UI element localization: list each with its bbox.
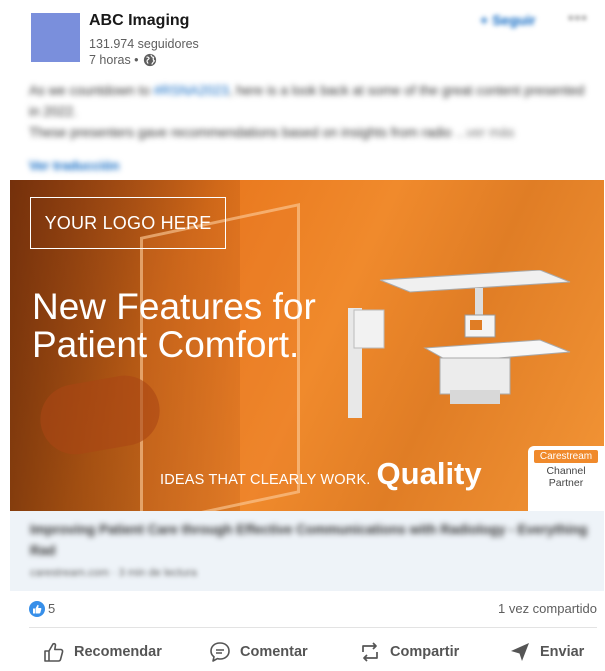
like-reaction-icon[interactable]: [29, 601, 45, 617]
comment-button[interactable]: Comentar: [208, 640, 308, 664]
recommend-label: Recomendar: [74, 644, 162, 660]
headline-line2: Patient Comfort.: [32, 324, 300, 365]
engagement-stats: 5 1 vez compartido: [0, 595, 605, 621]
post-time: 7 horas •: [89, 53, 157, 67]
company-avatar[interactable]: [31, 13, 80, 62]
xray-equipment-graphic: [348, 270, 571, 418]
post-text-line2: These presenters gave recommendations ba…: [29, 125, 452, 140]
globe-icon: [143, 53, 156, 67]
partner-brand: Carestream: [534, 450, 598, 463]
see-more-link[interactable]: ...ver más: [455, 125, 514, 140]
repost-icon: [362, 642, 378, 662]
post-image[interactable]: YOUR LOGO HERE New Features for Patient …: [10, 180, 604, 511]
link-title: Improving Patient Care through Effective…: [30, 522, 588, 558]
send-label: Enviar: [540, 644, 585, 660]
company-name[interactable]: ABC Imaging: [89, 12, 189, 30]
comment-icon: [210, 642, 230, 662]
partner-line2: Partner: [548, 477, 584, 489]
send-button[interactable]: Enviar: [508, 640, 584, 664]
comment-label: Comentar: [240, 644, 308, 660]
headline-line1: New Features for: [32, 286, 316, 327]
see-translation-link[interactable]: Ver traducción: [29, 158, 119, 173]
channel-partner-badge: Carestream Channel Partner: [528, 446, 604, 511]
divider: [29, 627, 597, 628]
link-source: carestream.com · 3 min de lectura: [30, 567, 197, 579]
follow-button[interactable]: + Seguir: [480, 12, 536, 28]
recommend-button[interactable]: Recomendar: [42, 640, 162, 664]
link-preview-card[interactable]: Improving Patient Care through Effective…: [10, 511, 604, 591]
share-count[interactable]: 1 vez compartido: [498, 601, 597, 616]
post-time-text: 7 horas •: [89, 53, 139, 67]
share-label: Compartir: [390, 644, 460, 660]
send-icon: [511, 643, 529, 661]
like-count[interactable]: 5: [48, 601, 55, 616]
banner-headline: New Features for Patient Comfort.: [32, 288, 316, 364]
hashtag-link[interactable]: #RSNA2023: [154, 83, 229, 98]
tagline: IDEAS THAT CLEARLY WORK. Quality: [160, 456, 482, 492]
follower-count: 131.974 seguidores: [89, 37, 199, 51]
more-options-button[interactable]: •••: [568, 10, 588, 28]
tagline-ideas: IDEAS THAT CLEARLY WORK.: [160, 472, 371, 488]
logo-placeholder: YOUR LOGO HERE: [30, 197, 226, 249]
tagline-quality: Quality: [376, 456, 482, 491]
post-header: ABC Imaging 131.974 seguidores 7 horas •…: [0, 0, 605, 80]
thumbs-up-icon: [44, 642, 64, 662]
post-text-line1-pre: As we countdown to: [29, 83, 154, 98]
post-text: As we countdown to #RSNA2023, here is a …: [29, 80, 589, 143]
share-button[interactable]: Compartir: [358, 640, 459, 664]
partner-line1: Channel: [546, 465, 586, 477]
action-bar: Recomendar Comentar Compartir Enviar: [0, 636, 605, 671]
